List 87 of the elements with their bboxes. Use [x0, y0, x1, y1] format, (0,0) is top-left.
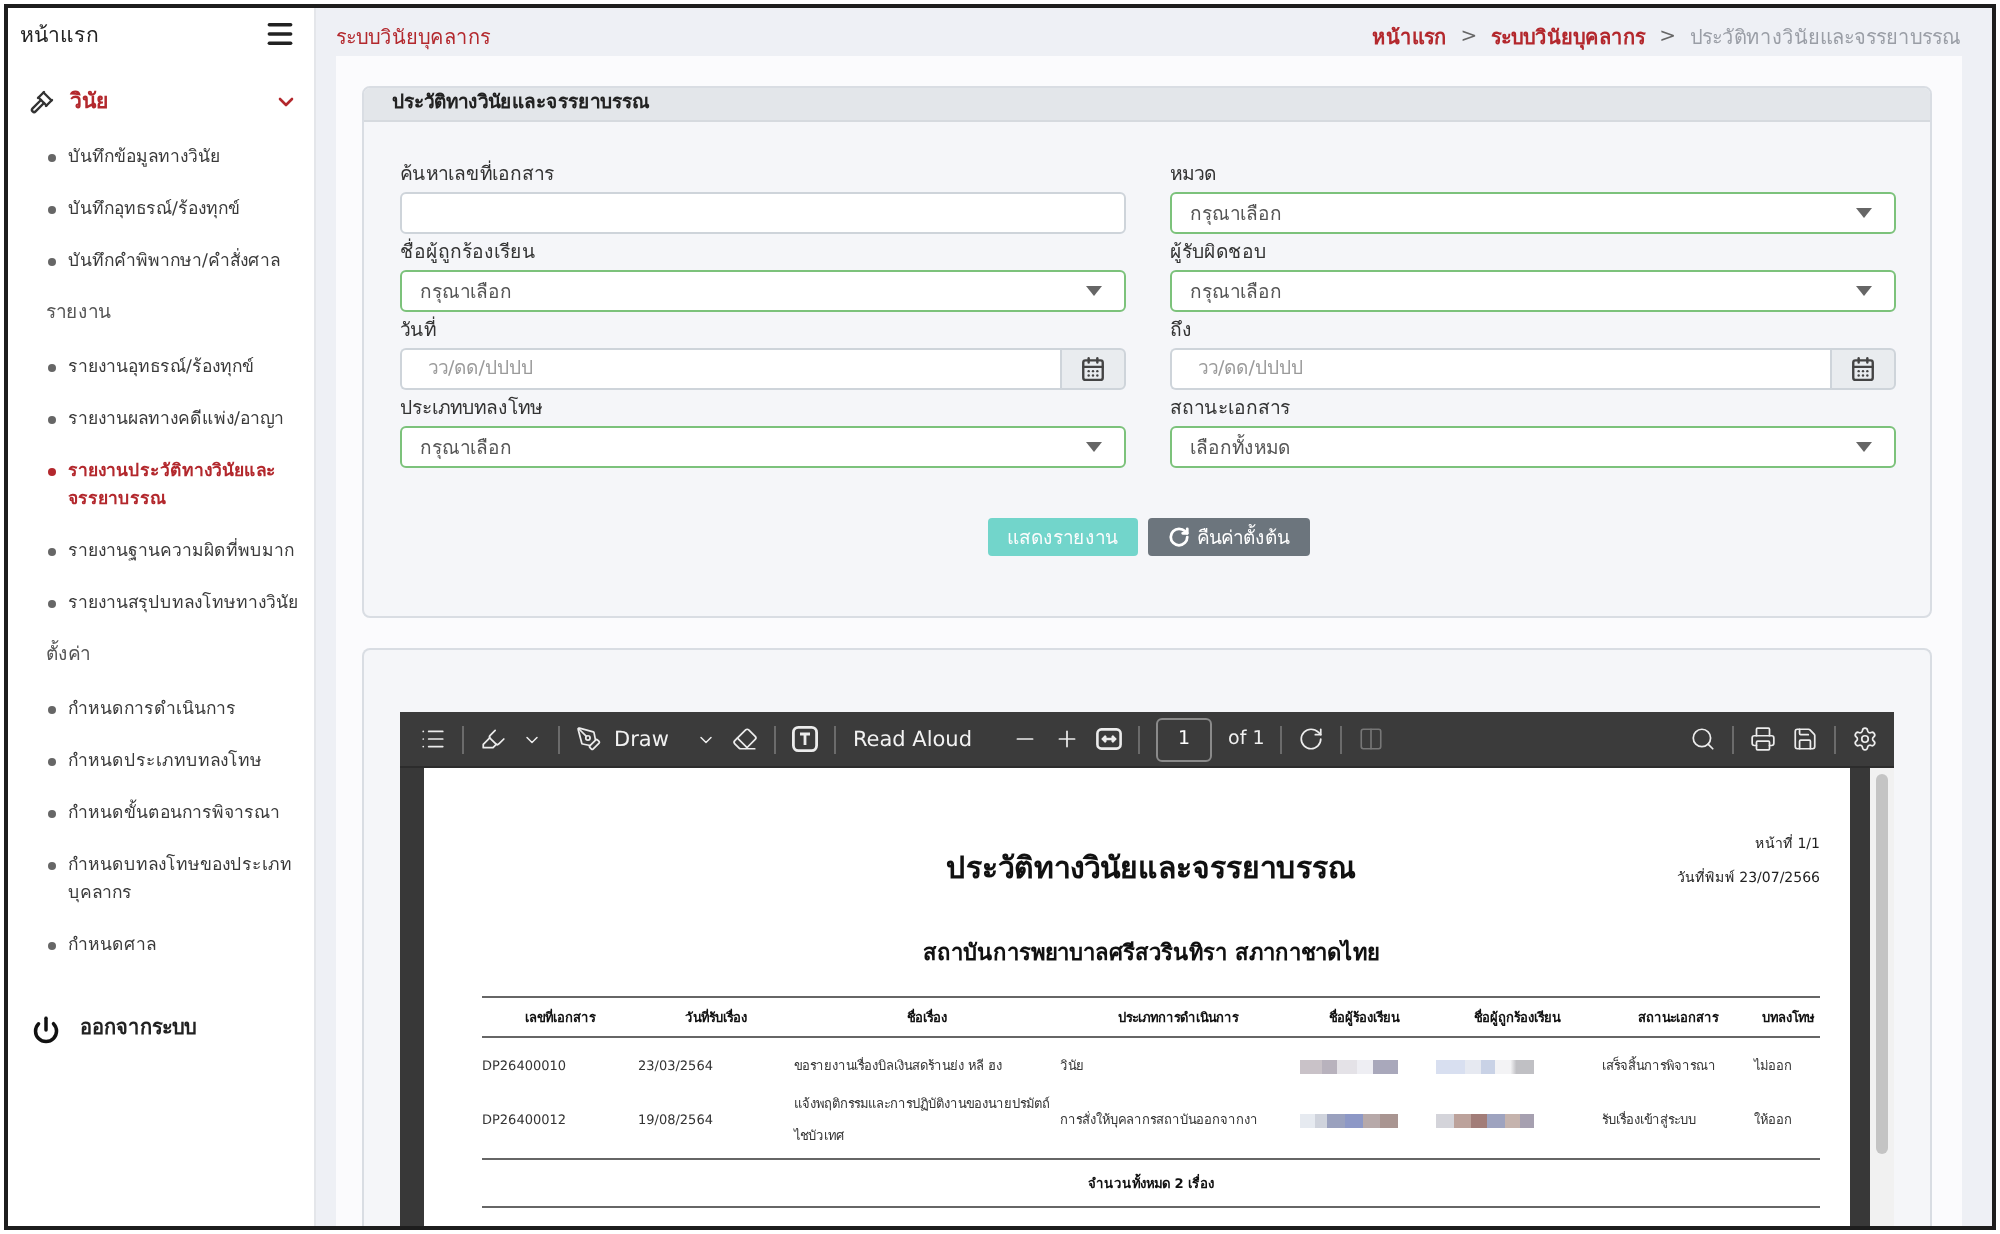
- calendar-button[interactable]: [1830, 348, 1896, 390]
- field-label: วันที่: [400, 318, 438, 344]
- breadcrumb-link[interactable]: หน้าแรก: [1372, 22, 1447, 52]
- bullet-icon: [48, 758, 56, 766]
- menu-item[interactable]: กำหนดศาล: [8, 920, 314, 972]
- select-field[interactable]: กรุณาเลือก: [1170, 192, 1896, 234]
- bullet-icon: [48, 468, 56, 476]
- rotate-icon[interactable]: [1298, 726, 1325, 752]
- bullet-icon: [48, 258, 56, 266]
- select-field[interactable]: กรุณาเลือก: [400, 426, 1126, 468]
- document-title: ประวัติทางวินัยและจรรยาบรรณ: [946, 848, 1356, 890]
- field-label: สถานะเอกสาร: [1170, 396, 1292, 422]
- caret-icon: [1856, 208, 1872, 218]
- field-label: ถึง: [1170, 318, 1194, 344]
- bullet-icon: [48, 154, 56, 162]
- breadcrumb-separator: >: [1460, 26, 1478, 48]
- power-icon: [32, 1016, 60, 1044]
- menu-item[interactable]: บันทึกคำพิพากษา/คำสั่งศาล: [8, 236, 314, 288]
- menu-item[interactable]: บันทึกอุทธรณ์/ร้องทุกข์: [8, 184, 314, 236]
- scrollbar[interactable]: [1870, 768, 1894, 1226]
- caret-icon: [1086, 286, 1102, 296]
- page-count: of 1: [1228, 728, 1265, 750]
- bullet-icon: [48, 810, 56, 818]
- field-label: ผู้รับผิดชอบ: [1170, 240, 1268, 266]
- gavel-icon: [30, 90, 54, 114]
- caret-icon: [1856, 442, 1872, 452]
- menu-item[interactable]: รายงานสรุปบทลงโทษทางวินัย: [8, 578, 314, 630]
- select-field[interactable]: เลือกทั้งหมด: [1170, 426, 1896, 468]
- search-icon[interactable]: [1690, 726, 1716, 752]
- caret-icon: [1086, 442, 1102, 452]
- menu-section[interactable]: วินัย: [8, 60, 314, 132]
- read-aloud-button[interactable]: Read Aloud: [852, 719, 973, 759]
- breadcrumb-current: ประวัติทางวินัยและจรรยาบรรณ: [1690, 26, 1960, 52]
- calendar-button[interactable]: [1060, 348, 1126, 390]
- page-number-field[interactable]: 1: [1156, 717, 1213, 761]
- field-label: ค้นหาเลขที่เอกสาร: [400, 162, 556, 188]
- menu-item[interactable]: รายงานประวัติทางวินัยและจรรยาบรรณ: [8, 446, 314, 526]
- field-label: ชื่อผู้ถูกร้องเรียน: [400, 240, 538, 266]
- menu-item[interactable]: รายงานฐานความผิดที่พบมาก: [8, 526, 314, 578]
- sidebar-title[interactable]: หน้าแรก: [20, 17, 98, 51]
- bullet-icon: [48, 548, 56, 556]
- calendar-icon: [1850, 356, 1876, 382]
- menu-item[interactable]: กำหนดประเภทบทลงโทษ: [8, 736, 314, 788]
- breadcrumb-link[interactable]: ระบบวินัยบุคลากร: [1491, 22, 1646, 52]
- date-field[interactable]: วว/ดด/ปปปป: [400, 348, 1060, 390]
- menu-item[interactable]: รายงานผลทางคดีแพ่ง/อาญา: [8, 394, 314, 446]
- app-title: ระบบวินัยบุคลากร: [336, 26, 490, 52]
- save-icon[interactable]: [1792, 726, 1818, 752]
- refresh-icon: [1167, 526, 1189, 548]
- logout-link[interactable]: ออกจากระบบ: [8, 1000, 314, 1060]
- menu-icon[interactable]: [264, 18, 296, 50]
- bullet-icon: [48, 600, 56, 608]
- pen-icon: [576, 726, 602, 752]
- text-field[interactable]: [400, 192, 1126, 234]
- highlighter-icon[interactable]: [480, 726, 506, 752]
- calendar-icon: [1080, 356, 1106, 382]
- menu-heading: ตั้งค่า: [44, 638, 92, 670]
- date-field[interactable]: วว/ดด/ปปปป: [1170, 348, 1830, 390]
- breadcrumb-separator: >: [1659, 26, 1676, 48]
- bullet-icon: [48, 862, 56, 870]
- print-icon[interactable]: [1750, 726, 1776, 752]
- eraser-icon[interactable]: [732, 726, 759, 752]
- caret-icon: [1856, 286, 1872, 296]
- field-label: ประเภทบทลงโทษ: [400, 396, 544, 422]
- text-box-icon[interactable]: [792, 726, 819, 752]
- bullet-icon: [48, 706, 56, 714]
- fit-width-icon[interactable]: [1096, 728, 1123, 750]
- select-field[interactable]: กรุณาเลือก: [400, 270, 1126, 312]
- zoom-in-icon[interactable]: [1054, 726, 1081, 752]
- menu-heading: รายงาน: [44, 300, 113, 328]
- bullet-icon: [48, 942, 56, 950]
- bullet-icon: [48, 364, 56, 372]
- draw-button[interactable]: Draw: [576, 719, 717, 759]
- field-label: หมวด: [1170, 162, 1218, 188]
- bullet-icon: [48, 206, 56, 214]
- menu-item[interactable]: บันทึกข้อมูลทางวินัย: [8, 132, 314, 184]
- menu-item[interactable]: กำหนดขั้นตอนการพิจารณา: [8, 788, 314, 840]
- reset-button[interactable]: คืนค่าตั้งต้น: [1147, 518, 1309, 556]
- menu-item[interactable]: กำหนดบทลงโทษของประเภทบุคลากร: [8, 840, 314, 920]
- select-field[interactable]: กรุณาเลือก: [1170, 270, 1896, 312]
- menu-item[interactable]: รายงานอุทธรณ์/ร้องทุกข์: [8, 342, 314, 394]
- scrollbar-thumb[interactable]: [1876, 774, 1888, 1154]
- card-header: ประวัติทางวินัยและจรรยาบรรณ: [364, 88, 1930, 122]
- settings-icon[interactable]: [1852, 726, 1878, 752]
- bullet-icon: [48, 416, 56, 424]
- document-subtitle: สถาบันการพยาบาลศรีสวรินทิรา สภากาชาดไทย: [921, 940, 1381, 968]
- menu-item[interactable]: กำหนดการดำเนินการ: [8, 684, 314, 736]
